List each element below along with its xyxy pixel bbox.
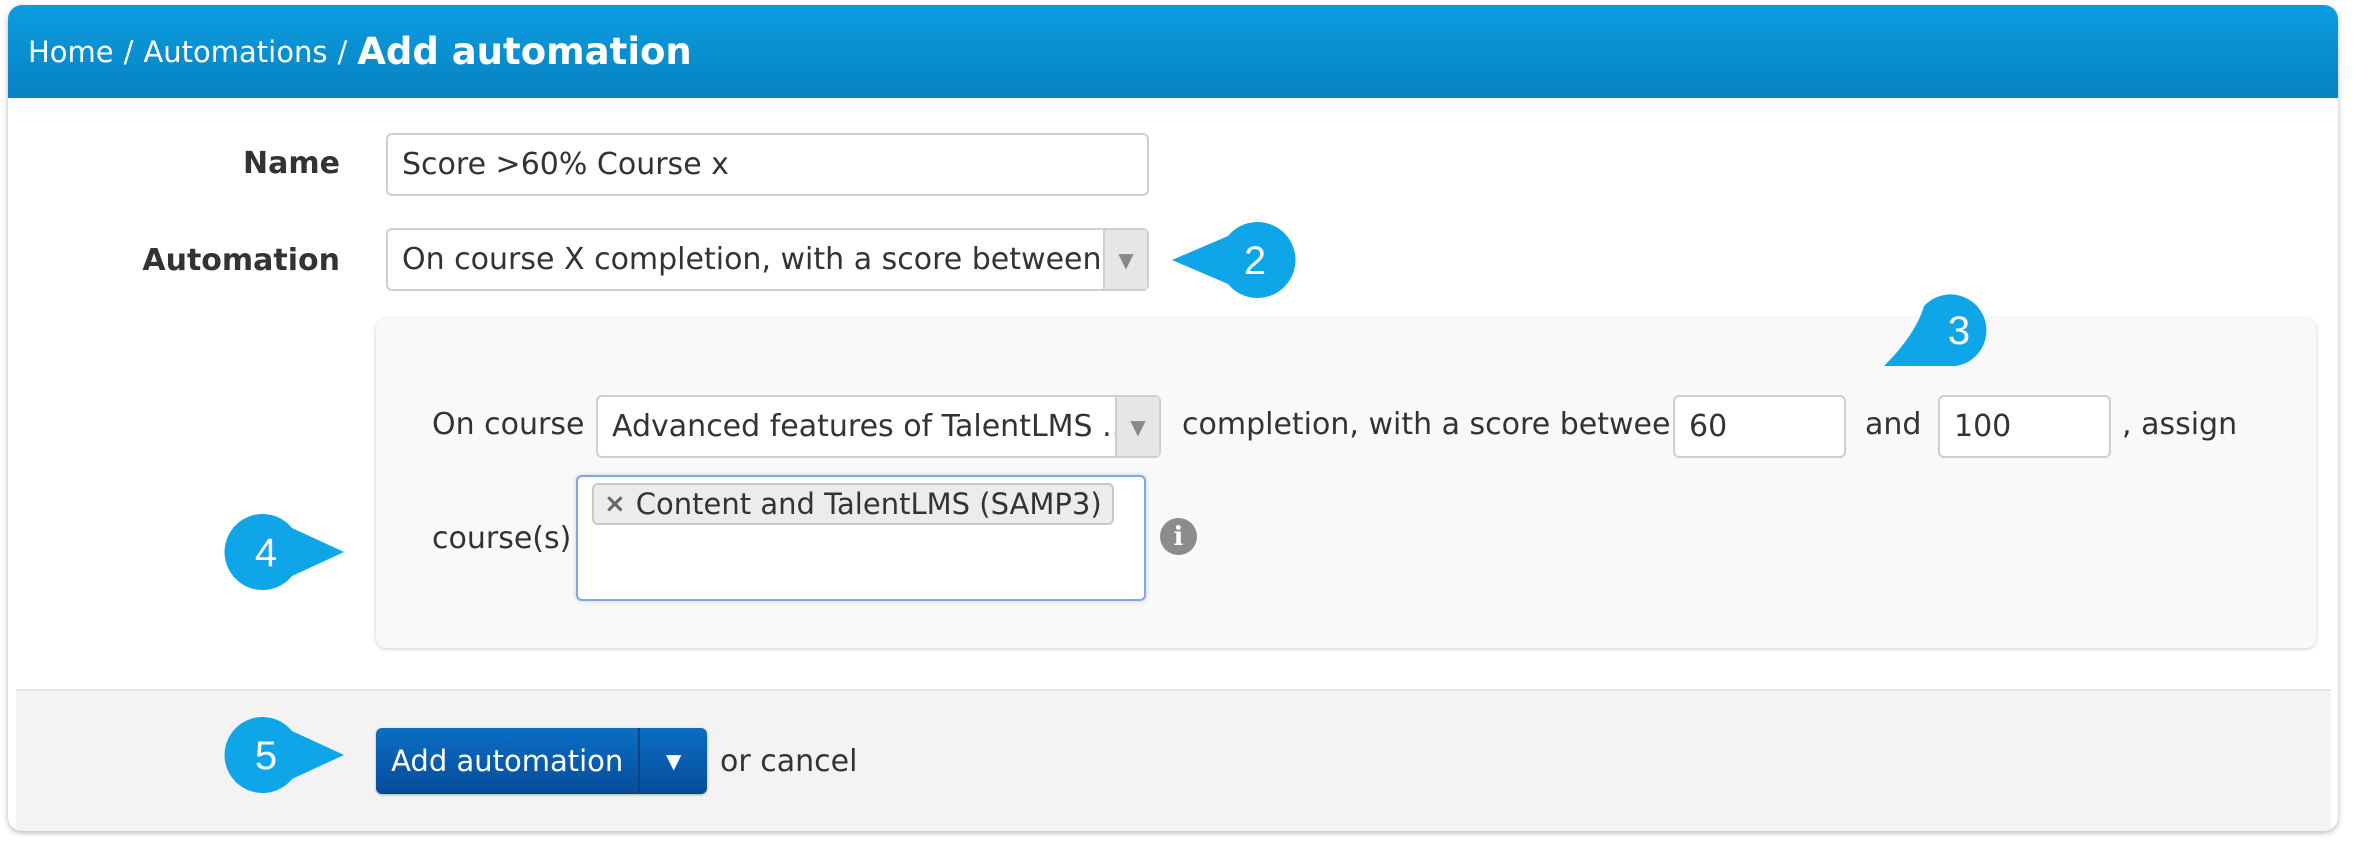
caret-down-icon[interactable]: ▼: [1115, 397, 1159, 456]
name-label: Name: [243, 146, 340, 181]
add-automation-button-group: Add automation ▼: [376, 728, 707, 794]
course-multiselect[interactable]: × Content and TalentLMS (SAMP3): [576, 475, 1146, 601]
page-title: Add automation: [357, 30, 692, 73]
close-icon[interactable]: ×: [604, 489, 626, 519]
info-icon[interactable]: i: [1160, 518, 1197, 555]
selected-course-tag: × Content and TalentLMS (SAMP3): [592, 483, 1114, 525]
callout-2: 2: [1172, 222, 1296, 298]
name-input-value: Score >60% Course x: [402, 147, 729, 182]
name-input[interactable]: Score >60% Course x: [386, 133, 1149, 196]
automation-select[interactable]: On course X completion, with a score bet…: [386, 228, 1149, 291]
courses-label: course(s): [432, 521, 572, 556]
max-score-input[interactable]: 100: [1938, 395, 2111, 458]
breadcrumb-automations[interactable]: Automations: [143, 35, 327, 69]
add-automation-button[interactable]: Add automation: [376, 728, 638, 794]
course-select-value: Advanced features of TalentLMS ...: [612, 409, 1131, 444]
callout-3-number: 3: [1948, 309, 1970, 353]
breadcrumb-separator: /: [337, 34, 348, 69]
completion-text: completion, with a score between: [1182, 407, 1690, 442]
and-text: and: [1865, 407, 1922, 442]
callout-2-number: 2: [1244, 239, 1266, 283]
breadcrumb: Home / Automations / Add automation: [8, 5, 2338, 98]
caret-down-icon[interactable]: ▼: [1103, 230, 1147, 289]
automation-select-value: On course X completion, with a score bet…: [402, 242, 1140, 277]
callout-3: 3: [1884, 294, 1987, 366]
max-score-value: 100: [1954, 409, 2012, 444]
caret-down-icon[interactable]: ▼: [638, 728, 707, 794]
callout-5: 5: [224, 717, 344, 793]
callout-4: 4: [224, 514, 344, 590]
course-select[interactable]: Advanced features of TalentLMS ... ▼: [596, 395, 1161, 458]
automation-label: Automation: [142, 243, 340, 278]
min-score-input[interactable]: 60: [1673, 395, 1846, 458]
callout-5-number: 5: [255, 734, 277, 778]
selected-course-label: Content and TalentLMS (SAMP3): [635, 487, 1102, 521]
on-course-text: On course: [432, 407, 585, 442]
form-footer: [16, 689, 2331, 831]
min-score-value: 60: [1689, 409, 1728, 444]
assign-text: , assign: [2122, 407, 2238, 442]
cancel-link[interactable]: or cancel: [720, 744, 857, 779]
breadcrumb-home[interactable]: Home: [28, 35, 114, 69]
breadcrumb-separator: /: [123, 34, 134, 69]
callout-4-number: 4: [255, 531, 277, 575]
